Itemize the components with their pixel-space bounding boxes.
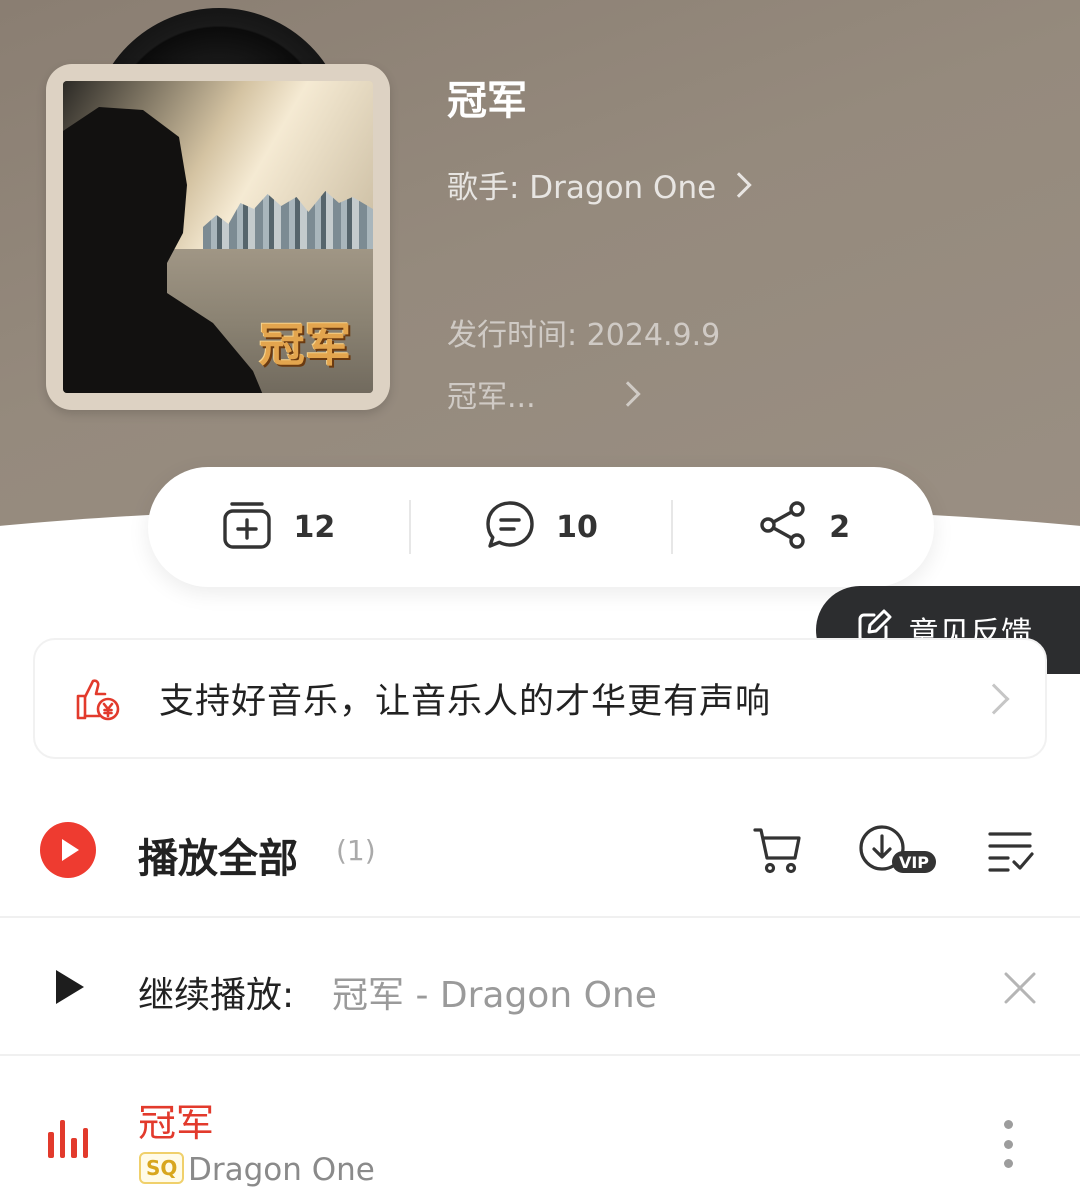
album-cover-art: 冠军 <box>63 81 373 393</box>
song-row[interactable]: 冠军 SQ Dragon One <box>0 1056 1080 1196</box>
close-continue-button[interactable] <box>1002 970 1038 1006</box>
close-icon <box>1002 972 1038 1010</box>
comment-count: 10 <box>556 509 598 545</box>
artist-link[interactable]: 歌手: Dragon One <box>447 162 752 207</box>
chevron-right-icon <box>726 171 752 198</box>
download-vip-icon: VIP <box>858 825 938 882</box>
share-button[interactable]: 2 <box>673 467 934 587</box>
cover-title-art: 冠军 <box>259 318 351 372</box>
chevron-right-icon <box>978 683 1010 715</box>
support-text: 支持好音乐，让音乐人的才华更有声响 <box>159 682 772 722</box>
multi-select-button[interactable] <box>984 822 1040 878</box>
collect-count: 12 <box>293 509 336 545</box>
share-icon <box>757 499 809 555</box>
artist-label: 歌手: Dragon One <box>447 170 717 206</box>
continue-playing-row[interactable]: 继续播放: 冠军 - Dragon One <box>0 918 1080 1054</box>
continue-track: 冠军 - Dragon One <box>332 975 657 1016</box>
now-playing-icon <box>48 1120 88 1158</box>
play-all-row: 播放全部 (1) VIP <box>0 800 1080 916</box>
thumbs-up-icon <box>75 676 121 722</box>
song-title: 冠军 <box>138 1101 215 1145</box>
song-artist: Dragon One <box>188 1152 375 1188</box>
comment-icon <box>484 499 536 555</box>
album-cover[interactable]: 冠军 <box>46 64 390 410</box>
continue-label: 继续播放: <box>138 975 295 1016</box>
album-title: 冠军 <box>447 78 527 124</box>
more-options-button[interactable] <box>1000 1120 1016 1168</box>
comment-button[interactable]: 10 <box>411 467 672 587</box>
album-stats-bar: 12 10 2 <box>148 467 934 587</box>
play-all-button[interactable] <box>40 822 96 878</box>
release-date: 发行时间: 2024.9.9 <box>447 318 721 353</box>
chevron-right-icon <box>615 381 641 407</box>
svg-text:VIP: VIP <box>899 853 929 872</box>
play-all-count: (1) <box>336 834 376 867</box>
collect-button[interactable]: 12 <box>148 467 409 587</box>
play-icon <box>56 970 84 1004</box>
album-description: 冠军... <box>447 380 536 415</box>
play-icon <box>62 839 79 861</box>
album-description-link[interactable]: 冠军... <box>447 372 647 416</box>
support-banner[interactable]: 支持好音乐，让音乐人的才华更有声响 <box>33 638 1047 759</box>
play-all-label[interactable]: 播放全部 <box>138 826 298 884</box>
share-count: 2 <box>829 509 851 545</box>
multi-select-icon <box>984 832 1040 882</box>
cart-button[interactable] <box>750 822 806 878</box>
download-vip-button[interactable]: VIP <box>858 822 938 878</box>
collect-add-icon <box>221 499 273 555</box>
quality-badge: SQ <box>139 1152 185 1184</box>
cart-icon <box>750 828 806 882</box>
